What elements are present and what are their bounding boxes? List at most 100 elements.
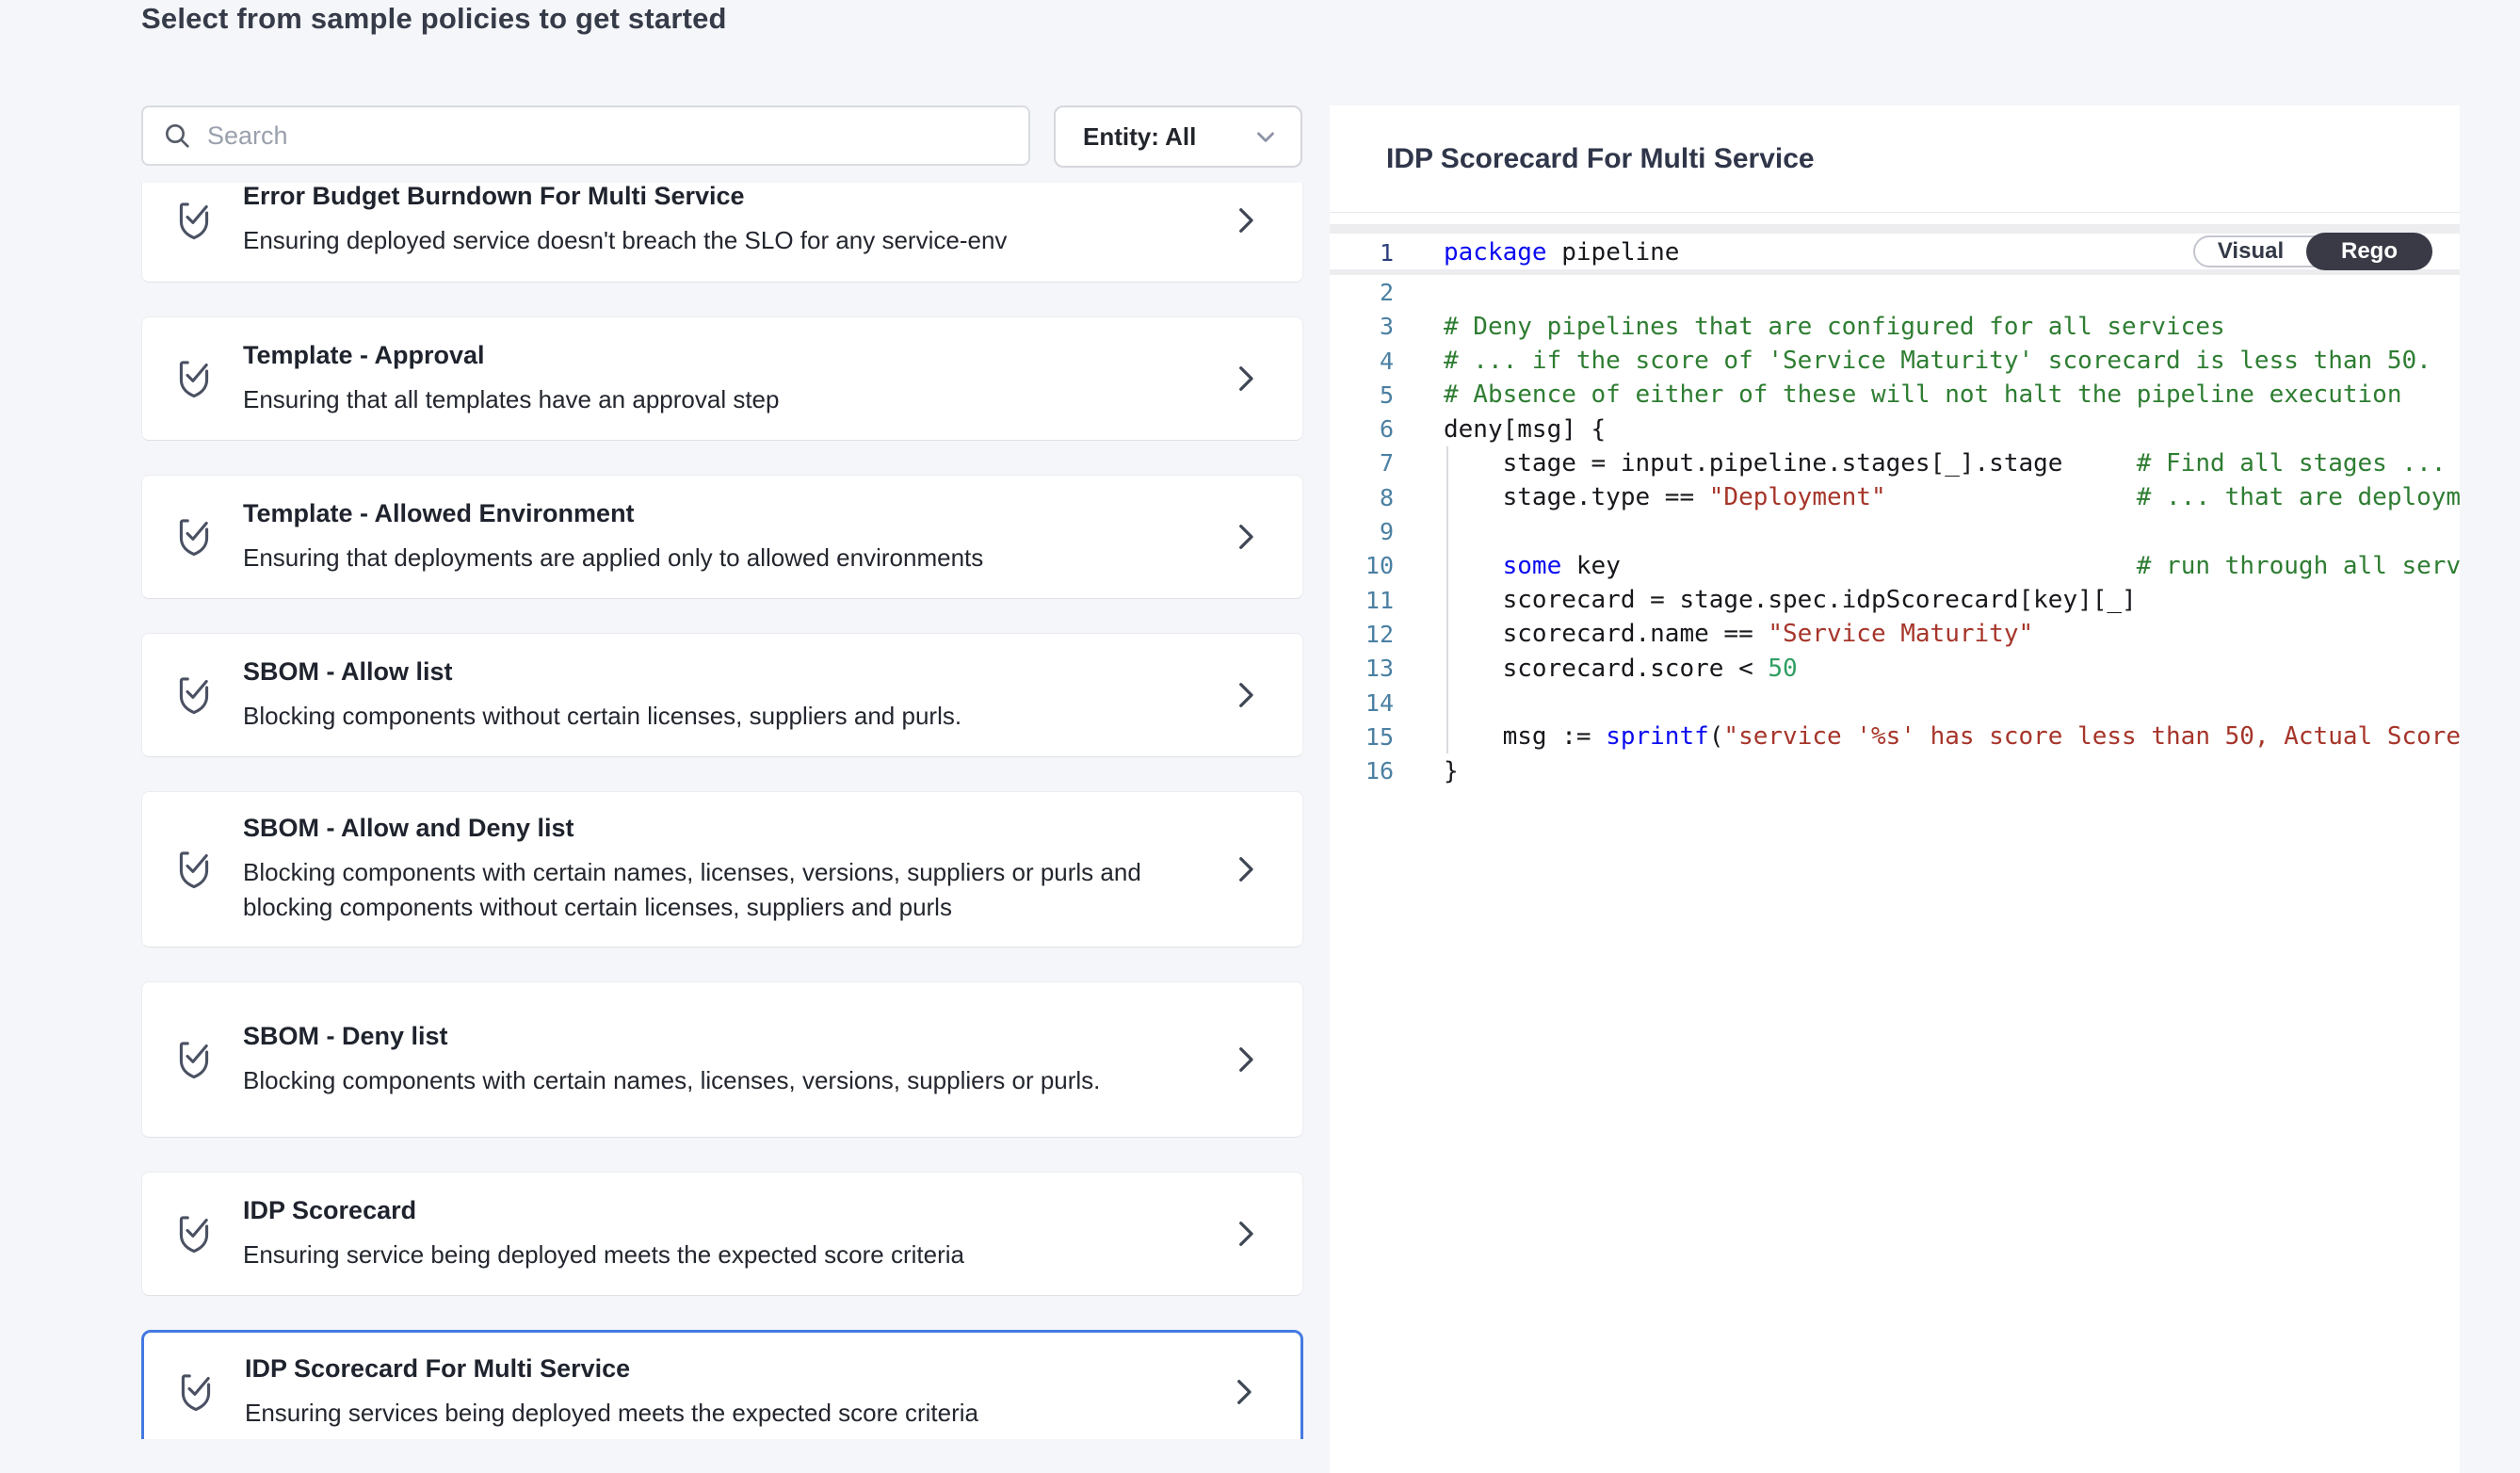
line-number: 16 [1330, 757, 1394, 785]
policy-description: Ensuring that all templates have an appr… [243, 382, 779, 417]
policy-text: Template - Allowed Environment Ensuring … [243, 499, 983, 575]
shield-check-icon [173, 355, 215, 402]
policy-text: Error Budget Burndown For Multi Service … [243, 183, 1007, 258]
detail-panel-header: IDP Scorecard For Multi Service [1330, 105, 2460, 213]
code-text: msg := sprintf("service '%s' has score l… [1394, 722, 2460, 751]
policy-text: IDP Scorecard Ensuring service being dep… [243, 1196, 964, 1272]
search-icon [162, 121, 192, 151]
code-line: 4# ... if the score of 'Service Maturity… [1330, 344, 2460, 378]
code-line: 16} [1330, 753, 2460, 787]
policy-card[interactable]: IDP Scorecard Ensuring service being dep… [141, 1172, 1303, 1296]
code-text: # Absence of either of these will not ha… [1394, 380, 2401, 409]
code-line: 14 [1330, 686, 2460, 720]
code-text: stage = input.pipeline.stages[_].stage #… [1394, 449, 2446, 478]
code-line: 10 some key # run through all services [1330, 549, 2460, 583]
code-editor: 1package pipeline2 3# Deny pipelines that… [1330, 235, 2460, 788]
code-line: 9 [1330, 514, 2460, 548]
policy-title: SBOM - Allow and Deny list [243, 814, 1166, 843]
policy-description: Ensuring that deployments are applied on… [243, 541, 983, 575]
code-text: # Deny pipelines that are configured for… [1394, 313, 2225, 341]
code-text: scorecard = stage.spec.idpScorecard[key]… [1394, 586, 2137, 614]
search-input[interactable] [207, 121, 1010, 151]
policy-description: Blocking components with certain names, … [243, 1063, 1100, 1098]
chevron-right-icon [1231, 362, 1261, 396]
shield-check-icon [173, 1036, 215, 1083]
policy-text: SBOM - Allow list Blocking components wi… [243, 657, 961, 734]
chevron-right-icon [1231, 203, 1261, 237]
policy-card[interactable]: Template - Allowed Environment Ensuring … [141, 475, 1303, 599]
policy-text: Template - Approval Ensuring that all te… [243, 341, 779, 417]
shield-check-icon [173, 1210, 215, 1257]
policy-card[interactable]: Error Budget Burndown For Multi Service … [141, 183, 1303, 283]
search-box [141, 105, 1030, 166]
visual-rego-toggle[interactable]: Visual Rego [2193, 235, 2431, 267]
line-number: 5 [1330, 381, 1394, 409]
code-text: stage.type == "Deployment" # ... that ar… [1394, 483, 2460, 511]
policy-description: Ensuring services being deployed meets t… [245, 1396, 978, 1431]
shield-check-icon [173, 513, 215, 560]
line-number: 6 [1330, 415, 1394, 443]
line-number: 7 [1330, 449, 1394, 477]
line-number: 15 [1330, 723, 1394, 751]
indent-guide [1446, 446, 1448, 753]
code-text: scorecard.name == "Service Maturity" [1394, 620, 2033, 648]
chevron-right-icon [1231, 520, 1261, 554]
policy-text: SBOM - Deny list Blocking components wit… [243, 1022, 1100, 1098]
line-number: 3 [1330, 313, 1394, 340]
line-number: 2 [1330, 279, 1394, 306]
policy-description: Blocking components without certain lice… [243, 699, 961, 734]
page-title: Select from sample policies to get start… [141, 2, 727, 36]
policy-title: SBOM - Allow list [243, 657, 961, 687]
line-number: 13 [1330, 655, 1394, 682]
code-line: 13 scorecard.score < 50 [1330, 652, 2460, 686]
code-text: package pipeline [1394, 238, 1679, 267]
shield-check-icon [175, 1368, 217, 1416]
toggle-option-rego[interactable]: Rego [2306, 233, 2432, 270]
toggle-option-visual[interactable]: Visual [2195, 237, 2306, 266]
policy-card[interactable]: IDP Scorecard For Multi Service Ensuring… [141, 1330, 1303, 1439]
policy-card[interactable]: SBOM - Allow list Blocking components wi… [141, 633, 1303, 757]
policy-title: Template - Approval [243, 341, 779, 370]
policy-title: IDP Scorecard [243, 1196, 964, 1225]
policy-card[interactable]: SBOM - Allow and Deny list Blocking comp… [141, 791, 1303, 947]
chevron-right-icon [1231, 852, 1261, 886]
policy-text: IDP Scorecard For Multi Service Ensuring… [245, 1354, 978, 1431]
policy-text: SBOM - Allow and Deny list Blocking comp… [243, 814, 1166, 925]
line-number: 10 [1330, 552, 1394, 579]
code-text: # ... if the score of 'Service Maturity'… [1394, 347, 2431, 375]
policy-card[interactable]: Template - Approval Ensuring that all te… [141, 316, 1303, 441]
line-number: 9 [1330, 518, 1394, 545]
policy-title: SBOM - Deny list [243, 1022, 1100, 1051]
entity-filter-label: Entity: All [1083, 122, 1196, 152]
scrollbar-track-top [1330, 224, 2460, 234]
policy-title: IDP Scorecard For Multi Service [245, 1354, 978, 1384]
entity-filter-dropdown[interactable]: Entity: All [1054, 105, 1302, 168]
chevron-right-icon [1231, 1043, 1261, 1076]
code-line: 6deny[msg] { [1330, 412, 2460, 445]
code-line: 15 msg := sprintf("service '%s' has scor… [1330, 720, 2460, 753]
code-text: some key # run through all services [1394, 552, 2460, 580]
code-line: 8 stage.type == "Deployment" # ... that … [1330, 480, 2460, 514]
code-line: 5# Absence of either of these will not h… [1330, 378, 2460, 412]
detail-panel-title: IDP Scorecard For Multi Service [1386, 143, 1815, 175]
shield-check-icon [173, 672, 215, 719]
policy-description: Blocking components with certain names, … [243, 855, 1166, 925]
detail-panel: IDP Scorecard For Multi Service 1package… [1330, 105, 2460, 1473]
code-line: 3# Deny pipelines that are configured fo… [1330, 310, 2460, 344]
line-number: 4 [1330, 348, 1394, 375]
line-number: 11 [1330, 587, 1394, 614]
code-line: 12 scorecard.name == "Service Maturity" [1330, 617, 2460, 651]
code-lines: 1package pipeline2 3# Deny pipelines that… [1330, 235, 2460, 788]
chevron-right-icon [1231, 678, 1261, 712]
code-line: 2 [1330, 275, 2460, 309]
line-number: 1 [1330, 239, 1394, 267]
code-text: deny[msg] { [1394, 415, 1606, 444]
policy-title: Template - Allowed Environment [243, 499, 983, 528]
code-text: scorecard.score < 50 [1394, 655, 1798, 683]
line-number: 14 [1330, 689, 1394, 717]
shield-check-icon [173, 197, 215, 244]
policy-description: Ensuring service being deployed meets th… [243, 1238, 964, 1272]
policy-card[interactable]: SBOM - Deny list Blocking components wit… [141, 981, 1303, 1138]
chevron-down-icon [1252, 122, 1280, 151]
chevron-right-icon [1231, 1217, 1261, 1251]
